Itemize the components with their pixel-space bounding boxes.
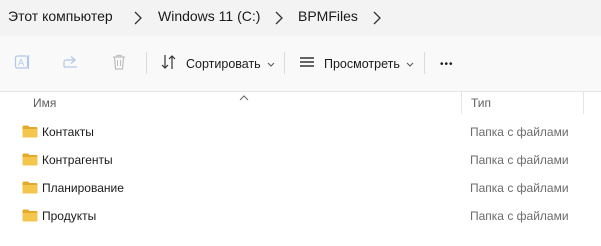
rename-button[interactable]: A — [14, 50, 32, 78]
file-type: Папка с файлами — [470, 125, 569, 139]
list-item[interactable]: Планирование Папка с файлами — [16, 174, 601, 202]
chevron-down-icon — [267, 55, 275, 73]
address-bar[interactable]: Этот компьютер Windows 11 (C:) BPMFiles — [0, 0, 601, 36]
rename-icon: A — [14, 53, 32, 76]
trash-icon — [110, 53, 128, 76]
more-options-button[interactable]: ••• — [440, 50, 454, 78]
share-button[interactable] — [62, 50, 80, 78]
more-icon: ••• — [440, 58, 454, 70]
sort-button[interactable]: Сортировать — [160, 50, 275, 78]
list-item[interactable]: Продукты Папка с файлами — [16, 202, 601, 230]
toolbar-divider — [284, 52, 285, 74]
folder-icon — [22, 153, 38, 171]
list-item[interactable]: Контакты Папка с файлами — [16, 118, 601, 146]
breadcrumb-item-this-pc[interactable]: Этот компьютер — [8, 8, 113, 24]
sort-icon — [160, 53, 178, 76]
view-label: Просмотреть — [324, 57, 400, 71]
column-header-type[interactable]: Тип — [471, 96, 491, 118]
column-divider[interactable] — [583, 92, 584, 114]
view-button[interactable]: Просмотреть — [298, 50, 414, 78]
sort-label: Сортировать — [186, 57, 261, 71]
file-name: Планирование — [42, 181, 124, 195]
svg-text:A: A — [18, 58, 25, 68]
breadcrumb-item-bpmfiles[interactable]: BPMFiles — [298, 8, 358, 24]
chevron-right-icon[interactable] — [273, 11, 285, 25]
column-header-name[interactable]: Имя — [33, 96, 56, 118]
folder-icon — [22, 125, 38, 143]
file-type: Папка с файлами — [470, 209, 569, 223]
chevron-down-icon — [406, 55, 414, 73]
toolbar-divider — [146, 52, 147, 74]
breadcrumb-item-drive[interactable]: Windows 11 (C:) — [158, 8, 260, 24]
toolbar-divider — [424, 52, 425, 74]
list-item[interactable]: Контрагенты Папка с файлами — [16, 146, 601, 174]
folder-icon — [22, 209, 38, 227]
file-type: Папка с файлами — [470, 153, 569, 167]
folder-icon — [22, 181, 38, 199]
file-type: Папка с файлами — [470, 181, 569, 195]
share-icon — [62, 53, 80, 76]
delete-button[interactable] — [110, 50, 128, 78]
view-list-icon — [298, 53, 316, 76]
column-divider[interactable] — [461, 92, 462, 114]
file-name: Контакты — [42, 125, 94, 139]
file-name: Продукты — [42, 209, 97, 223]
chevron-right-icon[interactable] — [132, 11, 144, 25]
sort-ascending-icon — [239, 88, 249, 106]
command-bar: A Сортировать Просмотреть ••• — [0, 36, 601, 92]
chevron-right-icon[interactable] — [371, 11, 383, 25]
file-name: Контрагенты — [42, 153, 113, 167]
